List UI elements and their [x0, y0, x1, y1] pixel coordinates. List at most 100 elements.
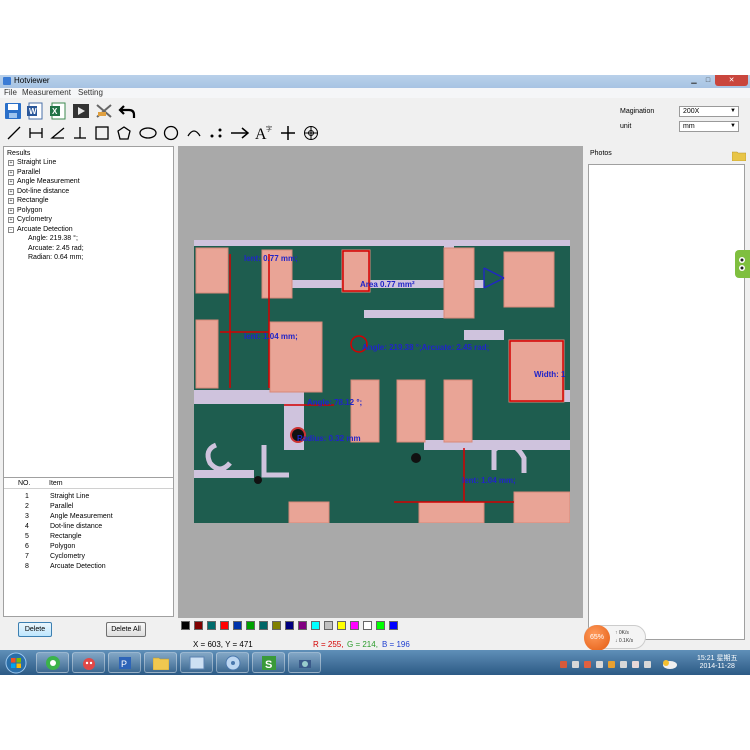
taskbar-hotviewer-icon[interactable]: [288, 652, 321, 673]
list-item-name[interactable]: Straight Line: [50, 493, 89, 500]
maximize-button[interactable]: □: [701, 75, 715, 86]
color-swatch[interactable]: [298, 621, 307, 630]
color-swatch[interactable]: [337, 621, 346, 630]
color-swatch[interactable]: [389, 621, 398, 630]
tree-item-polygon[interactable]: + Polygon: [8, 206, 42, 215]
color-swatch[interactable]: [272, 621, 281, 630]
color-swatch[interactable]: [233, 621, 242, 630]
color-swatch[interactable]: [194, 621, 203, 630]
color-swatch[interactable]: [259, 621, 268, 630]
color-swatch[interactable]: [363, 621, 372, 630]
parallel-tool-icon[interactable]: [26, 123, 46, 143]
minimize-button[interactable]: ▁: [687, 75, 701, 86]
dot-line-tool-icon[interactable]: [206, 123, 226, 143]
tree-item-arcuate[interactable]: − Arcuate Detection: [8, 225, 73, 234]
list-item-no[interactable]: 1: [25, 493, 29, 500]
list-item-no[interactable]: 3: [25, 513, 29, 520]
tree-item-cyclometry[interactable]: + Cyclometry: [8, 215, 52, 224]
color-swatch[interactable]: [220, 621, 229, 630]
list-item-name[interactable]: Angle Measurement: [50, 513, 113, 520]
taskbar-browser-icon[interactable]: [36, 652, 69, 673]
expand-icon[interactable]: +: [8, 179, 14, 185]
list-item-name[interactable]: Parallel: [50, 503, 73, 510]
close-button[interactable]: ✕: [715, 75, 748, 86]
menu-setting[interactable]: Setting: [78, 88, 103, 97]
color-swatch[interactable]: [324, 621, 333, 630]
list-item-no[interactable]: 6: [25, 543, 29, 550]
svg-text:W: W: [29, 107, 37, 116]
tree-item-straight-line[interactable]: + Straight Line: [8, 158, 56, 167]
list-item-name[interactable]: Polygon: [50, 543, 75, 550]
pcb-image[interactable]: lent: 0.77 mm; Area 0.77 mm² lent: 1.04 …: [194, 240, 570, 523]
start-button[interactable]: [2, 650, 30, 675]
list-item-name[interactable]: Rectangle: [50, 533, 82, 540]
photos-list[interactable]: [588, 164, 745, 640]
taskbar-window-icon[interactable]: [180, 652, 213, 673]
list-item-no[interactable]: 4: [25, 523, 29, 530]
color-swatch[interactable]: [376, 621, 385, 630]
list-item-no[interactable]: 7: [25, 553, 29, 560]
word-export-icon[interactable]: W: [25, 101, 45, 121]
detail-angle: Angle: 219.38 °;: [28, 235, 78, 242]
unit-select[interactable]: mm ▼: [679, 121, 739, 132]
results-root[interactable]: Results: [7, 149, 30, 158]
polygon-tool-icon[interactable]: [114, 123, 134, 143]
taskbar-app-icon[interactable]: [72, 652, 105, 673]
collapse-icon[interactable]: −: [8, 226, 14, 233]
menu-file[interactable]: File: [4, 88, 17, 97]
color-swatch[interactable]: [246, 621, 255, 630]
color-swatch[interactable]: [285, 621, 294, 630]
color-swatch[interactable]: [350, 621, 359, 630]
list-item-no[interactable]: 5: [25, 533, 29, 540]
folder-icon[interactable]: [731, 148, 747, 162]
magnification-select[interactable]: 200X ▼: [679, 106, 739, 117]
image-canvas[interactable]: lent: 0.77 mm; Area 0.77 mm² lent: 1.04 …: [178, 146, 583, 618]
tree-item-dot-line[interactable]: + Dot-line distance: [8, 187, 69, 196]
color-swatch[interactable]: [311, 621, 320, 630]
owl-widget-icon[interactable]: [735, 250, 750, 278]
list-item-no[interactable]: 2: [25, 503, 29, 510]
list-item-no[interactable]: 8: [25, 563, 29, 570]
taskbar-s-app-icon[interactable]: S: [252, 652, 285, 673]
arc-tool-icon[interactable]: [184, 123, 204, 143]
perpendicular-tool-icon[interactable]: [70, 123, 90, 143]
taskbar-clock[interactable]: 15:21 星期五 2014-11-28: [697, 655, 737, 671]
menu-measurement[interactable]: Measurement: [22, 88, 71, 97]
line-tool-icon[interactable]: [4, 123, 24, 143]
excel-export-icon[interactable]: X: [48, 101, 68, 121]
clear-icon[interactable]: [94, 101, 114, 121]
network-speed-widget[interactable]: 65% ↑ 0K/s ↓ 0.1K/s: [584, 625, 646, 651]
list-item-name[interactable]: Arcuate Detection: [50, 563, 106, 570]
undo-icon[interactable]: [117, 101, 137, 121]
expand-icon[interactable]: +: [8, 198, 14, 204]
menu-bar: File Measurement Setting: [0, 88, 750, 98]
color-swatch[interactable]: [181, 621, 190, 630]
expand-icon[interactable]: +: [8, 207, 14, 214]
arrow-tool-icon[interactable]: [230, 123, 250, 143]
list-item-name[interactable]: Dot-line distance: [50, 523, 102, 530]
ellipse-tool-icon[interactable]: [138, 123, 158, 143]
expand-icon[interactable]: +: [8, 160, 14, 166]
tree-item-angle-measurement[interactable]: + Angle Measurement: [8, 177, 80, 186]
color-swatch[interactable]: [207, 621, 216, 630]
delete-button[interactable]: Delete: [18, 622, 52, 637]
taskbar-editor-icon[interactable]: P: [108, 652, 141, 673]
taskbar-explorer-icon[interactable]: [144, 652, 177, 673]
save-icon[interactable]: [3, 101, 23, 121]
circle-tool-icon[interactable]: [161, 123, 181, 143]
measurement-list: NO. Item 1 Straight Line 2 Parallel 3 Angle M…: [3, 477, 174, 617]
rectangle-tool-icon[interactable]: [92, 123, 112, 143]
angle-tool-icon[interactable]: [48, 123, 68, 143]
taskbar-media-icon[interactable]: [216, 652, 249, 673]
play-icon[interactable]: [71, 101, 91, 121]
target-tool-icon[interactable]: [301, 123, 321, 143]
text-tool-icon[interactable]: A字: [254, 123, 274, 143]
crosshair-tool-icon[interactable]: [278, 123, 298, 143]
delete-all-button[interactable]: Delete All: [106, 622, 146, 637]
list-item-name[interactable]: Cyclometry: [50, 553, 85, 560]
expand-icon[interactable]: +: [8, 217, 14, 223]
tree-item-rectangle[interactable]: + Rectangle: [8, 196, 49, 205]
expand-icon[interactable]: +: [8, 188, 14, 195]
expand-icon[interactable]: +: [8, 169, 14, 176]
tree-item-parallel[interactable]: + Parallel: [8, 168, 40, 177]
